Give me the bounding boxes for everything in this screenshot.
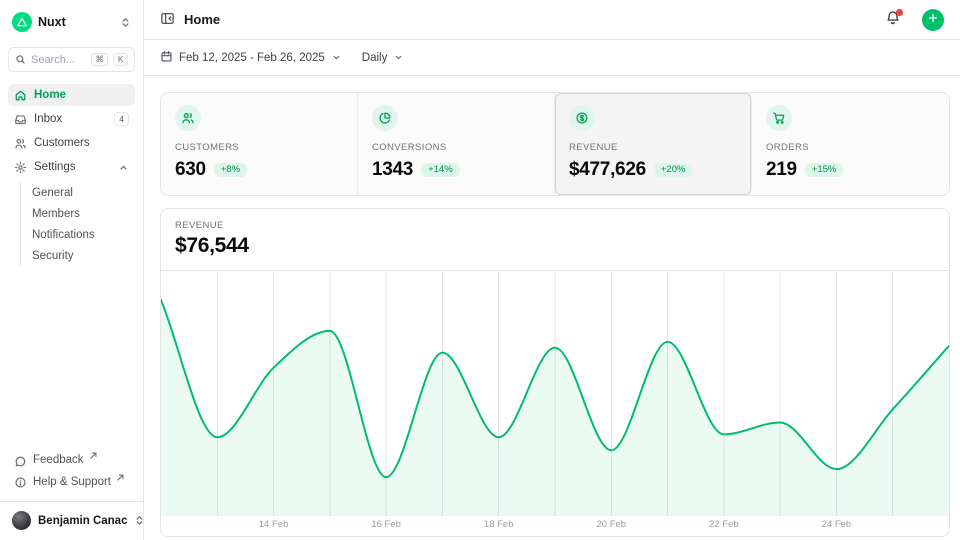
inbox-icon: [14, 113, 27, 126]
external-link-icon: [90, 452, 97, 459]
info-circle-icon: [14, 476, 27, 489]
sidebar-item-label: Customers: [34, 137, 90, 149]
stat-value: $477,626: [569, 159, 646, 181]
main-panel: Home Feb 12, 2025 - Feb 26, 2025: [144, 0, 960, 540]
chart-x-axis: 14 Feb 16 Feb 18 Feb 20 Feb 22 Feb 24 Fe…: [161, 516, 949, 534]
chevrons-up-down-icon: [120, 17, 131, 28]
calendar-icon: [160, 50, 173, 66]
nuxt-logo-icon: [12, 12, 32, 32]
panel-left-close-icon: [160, 11, 175, 29]
sidebar-item-settings[interactable]: Settings: [8, 156, 135, 178]
period-label: Daily: [362, 52, 388, 64]
x-tick-label: 16 Feb: [371, 519, 401, 530]
stat-label: CONVERSIONS: [372, 142, 540, 153]
stat-label: REVENUE: [569, 142, 737, 153]
dashboard-content: CUSTOMERS 630 +8% CONVERSIONS 1343 +14%: [144, 76, 960, 537]
sidebar: Nuxt Search... ⌘ K Home: [0, 0, 144, 540]
x-tick-label: 18 Feb: [484, 519, 514, 530]
stat-label: CUSTOMERS: [175, 142, 343, 153]
search-input[interactable]: Search... ⌘ K: [8, 47, 135, 72]
sidebar-item-home[interactable]: Home: [8, 84, 135, 106]
sidebar-spacer: [8, 268, 135, 450]
plus-icon: [927, 12, 939, 27]
chart-header: REVENUE $76,544: [161, 209, 949, 270]
workspace-selector[interactable]: Nuxt: [8, 10, 135, 34]
sidebar-collapse-button[interactable]: [160, 11, 175, 29]
stat-value: 630: [175, 159, 206, 181]
chart-plot-area[interactable]: [161, 270, 949, 516]
sidebar-item-members[interactable]: Members: [21, 203, 135, 224]
stat-card-revenue[interactable]: REVENUE $477,626 +20%: [555, 93, 752, 195]
chart-metric-value: $76,544: [175, 234, 935, 258]
date-range-label: Feb 12, 2025 - Feb 26, 2025: [179, 52, 325, 64]
dollar-circle-icon: [569, 105, 595, 131]
stat-delta-badge: +20%: [654, 163, 693, 178]
stats-grid: CUSTOMERS 630 +8% CONVERSIONS 1343 +14%: [160, 92, 950, 196]
stat-value: 1343: [372, 159, 413, 181]
sidebar-item-notifications[interactable]: Notifications: [21, 224, 135, 245]
kbd-k: K: [113, 53, 128, 67]
page-title: Home: [184, 12, 876, 27]
sidebar-item-inbox[interactable]: Inbox 4: [8, 108, 135, 130]
x-tick-label: 22 Feb: [709, 519, 739, 530]
x-tick-label: 24 Feb: [822, 519, 852, 530]
notifications-button[interactable]: [885, 10, 901, 29]
sidebar-nav: Home Inbox 4 Customers Settings: [8, 84, 135, 268]
chart-metric-label: REVENUE: [175, 220, 935, 231]
stat-card-orders[interactable]: ORDERS 219 +15%: [752, 93, 949, 195]
kbd-meta: ⌘: [91, 53, 109, 67]
help-support-link[interactable]: Help & Support: [8, 472, 135, 494]
user-name: Benjamin Canac: [38, 515, 127, 527]
pie-chart-icon: [372, 105, 398, 131]
dashboard-app: Nuxt Search... ⌘ K Home: [0, 0, 960, 540]
filter-toolbar: Feb 12, 2025 - Feb 26, 2025 Daily: [144, 40, 960, 76]
date-range-picker[interactable]: Feb 12, 2025 - Feb 26, 2025: [160, 50, 342, 66]
x-tick-label: 20 Feb: [596, 519, 626, 530]
chevron-down-icon: [331, 52, 342, 63]
external-link-icon: [117, 474, 124, 481]
x-tick-label: 14 Feb: [259, 519, 289, 530]
sidebar-item-label: Settings: [34, 161, 76, 173]
stat-label: ORDERS: [766, 142, 935, 153]
sidebar-item-label: Home: [34, 89, 66, 101]
users-icon: [14, 137, 27, 150]
chat-bubble-icon: [14, 455, 27, 468]
user-menu[interactable]: Benjamin Canac: [8, 502, 135, 530]
workspace-name: Nuxt: [38, 15, 114, 29]
chevron-down-icon: [393, 52, 404, 63]
revenue-chart-card: REVENUE $76,544 14 Feb 16 Feb 18 Feb 20 …: [160, 208, 950, 537]
stat-delta-badge: +14%: [421, 163, 460, 178]
chevron-up-icon: [118, 162, 129, 173]
gear-icon: [14, 161, 27, 174]
sidebar-item-security[interactable]: Security: [21, 245, 135, 266]
search-placeholder: Search...: [31, 54, 86, 66]
notification-dot: [895, 8, 904, 17]
settings-subnav: General Members Notifications Security: [20, 182, 135, 266]
feedback-label: Feedback: [33, 454, 84, 466]
period-select[interactable]: Daily: [362, 52, 405, 64]
feedback-link[interactable]: Feedback: [8, 450, 135, 472]
avatar: [12, 511, 31, 530]
home-icon: [14, 89, 27, 102]
stat-delta-badge: +15%: [805, 163, 844, 178]
users-icon: [175, 105, 201, 131]
sidebar-item-label: Inbox: [34, 113, 62, 125]
sidebar-item-customers[interactable]: Customers: [8, 132, 135, 154]
help-support-label: Help & Support: [33, 476, 111, 488]
stat-value: 219: [766, 159, 797, 181]
revenue-area-chart: [161, 271, 949, 516]
stat-delta-badge: +8%: [214, 163, 247, 178]
sidebar-item-general[interactable]: General: [21, 182, 135, 203]
stat-card-customers[interactable]: CUSTOMERS 630 +8%: [161, 93, 358, 195]
cart-icon: [766, 105, 792, 131]
search-icon: [15, 54, 26, 65]
stat-card-conversions[interactable]: CONVERSIONS 1343 +14%: [358, 93, 555, 195]
new-item-button[interactable]: [922, 9, 944, 31]
inbox-count-badge: 4: [114, 112, 129, 126]
page-header: Home: [144, 0, 960, 40]
